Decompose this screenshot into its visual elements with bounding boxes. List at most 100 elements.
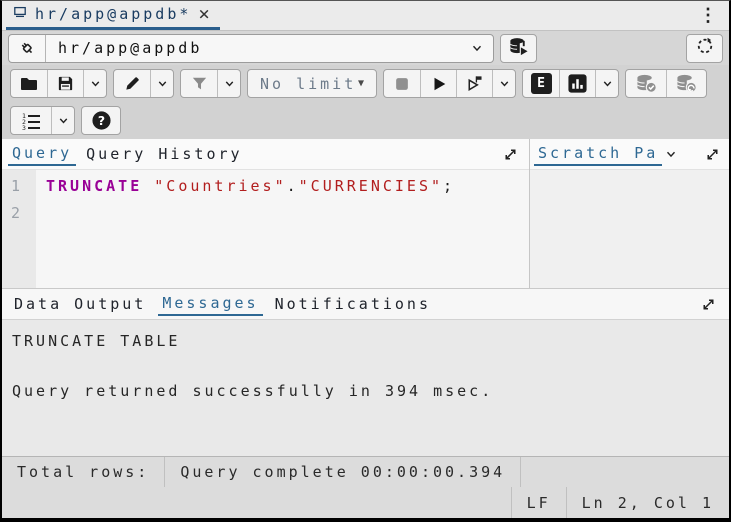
tab-notifications[interactable]: Notifications — [271, 294, 435, 315]
scratch-pad-header: Scratch Pa — [530, 139, 729, 169]
sql-identifier: "Countries" — [154, 177, 286, 195]
chevron-down-icon — [223, 77, 236, 90]
connection-value: hr/app@appdb — [46, 35, 461, 62]
caret-down-icon: ▼ — [358, 78, 364, 89]
save-file-button[interactable] — [47, 70, 83, 97]
line-number: 2 — [11, 200, 36, 227]
filter-options-chevron[interactable] — [217, 70, 240, 97]
tab-query[interactable]: Query — [8, 143, 76, 166]
scratch-pad-panel: Scratch Pa — [529, 139, 729, 288]
code-line-2 — [46, 200, 529, 227]
scratch-pad-body[interactable] — [530, 169, 729, 288]
scratch-pad-chevron[interactable] — [664, 147, 678, 161]
chevron-down-icon — [156, 77, 169, 90]
execute-chevron[interactable] — [492, 70, 515, 97]
toolbar-main: No limit ▼ E — [2, 65, 729, 102]
connection-status-icon — [9, 35, 46, 62]
svg-text:?: ? — [97, 113, 104, 128]
expand-icon — [704, 146, 721, 163]
eol-indicator[interactable]: LF — [511, 487, 566, 518]
connection-bar: hr/app@appdb — [2, 31, 729, 65]
toolbar-secondary: 1 2 3 ? — [2, 102, 729, 139]
folder-icon — [19, 74, 39, 94]
tab-messages[interactable]: Messages — [158, 293, 262, 316]
refresh-icon — [695, 36, 715, 60]
filter-group — [180, 69, 241, 98]
execute-group — [383, 69, 516, 98]
code-area[interactable]: TRUNCATE "Countries"."CURRENCIES"; — [36, 170, 529, 288]
document-tab-bar: hr/app@appdb* × ⋮ — [2, 1, 729, 31]
save-icon — [56, 74, 75, 93]
expand-query-panel-button[interactable] — [498, 146, 523, 163]
expand-icon — [502, 146, 519, 163]
transaction-group — [625, 69, 707, 98]
query-complete-status: Query complete 00:00:00.394 — [165, 457, 521, 487]
close-icon[interactable]: × — [198, 5, 209, 24]
tab-title: hr/app@appdb* — [35, 5, 191, 23]
tab-query-editor[interactable]: hr/app@appdb* × — [6, 1, 220, 30]
edit-options-chevron[interactable] — [150, 70, 173, 97]
stop-icon — [393, 75, 411, 93]
line-number: 1 — [11, 173, 36, 200]
play-icon — [430, 75, 448, 93]
kebab-menu-icon[interactable]: ⋮ — [687, 1, 729, 30]
numbered-list-icon: 1 2 3 — [20, 111, 42, 131]
chevron-down-icon — [89, 77, 102, 90]
chart-bars-icon — [567, 73, 588, 94]
status-bar-secondary: LF Ln 2, Col 1 — [2, 487, 729, 518]
execute-options-button[interactable] — [456, 70, 492, 97]
execute-button[interactable] — [420, 70, 456, 97]
row-limit-select[interactable]: No limit ▼ — [247, 69, 377, 98]
filter-icon — [190, 74, 209, 93]
macro-button[interactable]: 1 2 3 — [11, 107, 51, 134]
refresh-connection-button[interactable] — [686, 34, 723, 63]
stop-button[interactable] — [384, 70, 420, 97]
help-button[interactable]: ? — [81, 106, 121, 135]
database-commit-icon — [635, 73, 658, 94]
chevron-down-icon — [498, 77, 511, 90]
expand-output-panel-button[interactable] — [696, 296, 721, 313]
rollback-button[interactable] — [666, 70, 706, 97]
database-rollback-icon — [675, 73, 698, 94]
chevron-down-icon — [664, 147, 678, 161]
sql-keyword: TRUNCATE — [46, 177, 142, 195]
commit-button[interactable] — [626, 70, 666, 97]
query-panel: Query Query History 1 2 TRUNCATE "Countr… — [2, 139, 529, 288]
explain-chevron[interactable] — [595, 70, 618, 97]
help-icon: ? — [91, 110, 112, 131]
explain-analyze-button[interactable] — [559, 70, 595, 97]
connection-select[interactable]: hr/app@appdb — [8, 34, 494, 63]
scratch-pad-title[interactable]: Scratch Pa — [534, 143, 662, 166]
messages-text: TRUNCATE TABLE Query returned successful… — [2, 320, 729, 413]
explain-group: E — [522, 69, 619, 98]
status-bar-primary: Total rows: Query complete 00:00:00.394 — [2, 456, 729, 487]
expand-scratch-pad-button[interactable] — [700, 146, 725, 163]
explain-button[interactable]: E — [523, 70, 559, 97]
edit-button[interactable] — [114, 70, 150, 97]
edit-group — [113, 69, 174, 98]
row-limit-value: No limit — [260, 75, 356, 93]
sql-editor[interactable]: 1 2 TRUNCATE "Countries"."CURRENCIES"; — [2, 169, 529, 288]
tab-query-history[interactable]: Query History — [82, 144, 246, 165]
open-file-button[interactable] — [11, 70, 47, 97]
chevron-down-icon — [57, 114, 70, 127]
svg-text:3: 3 — [22, 124, 26, 131]
database-new-connection-icon — [508, 36, 529, 60]
query-panel-tabs: Query Query History — [2, 139, 529, 169]
chevron-down-icon — [461, 35, 493, 62]
pencil-icon — [123, 74, 142, 93]
sql-identifier: "CURRENCIES" — [299, 177, 443, 195]
expand-icon — [700, 296, 717, 313]
new-connection-button[interactable] — [500, 34, 537, 63]
play-flag-icon — [465, 74, 484, 93]
tab-data-output[interactable]: Data Output — [10, 294, 150, 315]
macro-chevron[interactable] — [51, 107, 74, 134]
total-rows-label: Total rows: — [2, 457, 165, 487]
code-line-1: TRUNCATE "Countries"."CURRENCIES"; — [46, 173, 529, 200]
filter-button[interactable] — [181, 70, 217, 97]
query-tool-window: hr/app@appdb* × ⋮ hr/app@appdb — [0, 0, 731, 522]
monitor-icon — [12, 4, 28, 24]
workspace: Query Query History 1 2 TRUNCATE "Countr… — [2, 139, 729, 288]
save-options-chevron[interactable] — [83, 70, 106, 97]
explain-icon: E — [531, 73, 552, 94]
